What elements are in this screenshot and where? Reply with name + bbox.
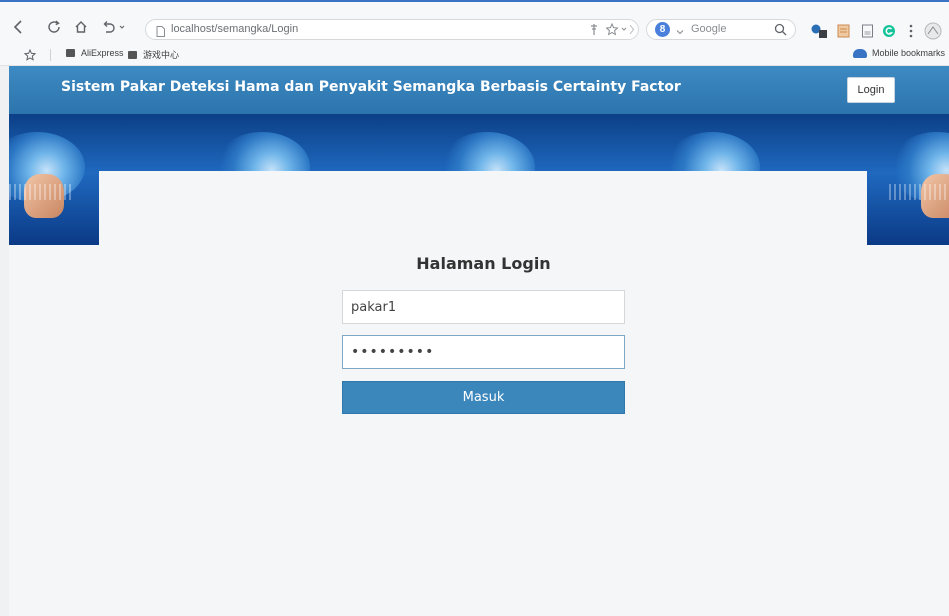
address-bar[interactable]: localhost/semangka/Login (145, 19, 639, 40)
search-engine-badge-icon: 8 (655, 22, 670, 37)
search-engine-name: Google (691, 23, 727, 35)
search-engine-box[interactable]: 8 Google (646, 19, 796, 40)
city-graphic (9, 184, 74, 200)
bookmark-game-center[interactable]: 游戏中心 (128, 48, 179, 61)
bookmarks-bar: AliExpress 游戏中心 Mobile bookmarks (0, 44, 949, 66)
search-icon[interactable] (774, 23, 787, 41)
extension-key-icon[interactable] (810, 22, 828, 40)
bookmark-star-icon[interactable] (605, 22, 630, 41)
site-header: Sistem Pakar Deteksi Hama dan Penyakit S… (9, 66, 949, 114)
bookmark-label: AliExpress (81, 48, 124, 58)
back-icon[interactable] (8, 17, 28, 37)
page-left-edge (0, 66, 9, 616)
security-icon[interactable] (589, 23, 599, 41)
home-icon[interactable] (71, 17, 91, 37)
mobile-bookmarks-icon (852, 48, 867, 58)
login-heading: Halaman Login (416, 254, 551, 273)
bookmark-aliexpress[interactable]: AliExpress (66, 48, 124, 58)
folder-icon (66, 49, 75, 57)
undo-history-icon[interactable] (99, 17, 129, 37)
url-text: localhost/semangka/Login (171, 23, 299, 35)
extension-note-icon[interactable] (834, 22, 852, 40)
mobile-bookmarks-label: Mobile bookmarks (871, 48, 945, 58)
menu-dots-icon[interactable] (902, 22, 920, 40)
star-icon[interactable] (23, 48, 37, 66)
bookmarks-divider (50, 49, 51, 61)
mobile-bookmarks[interactable]: Mobile bookmarks (852, 48, 945, 58)
site-title: Sistem Pakar Deteksi Hama dan Penyakit S… (61, 79, 681, 95)
username-input[interactable] (342, 290, 625, 324)
city-graphic (889, 184, 949, 200)
login-submit-button[interactable]: Masuk (342, 381, 625, 414)
grammarly-icon[interactable] (880, 22, 898, 40)
bookmark-label: 游戏中心 (143, 50, 180, 60)
browser-toolbar: localhost/semangka/Login 8 Google (0, 10, 949, 44)
browser-top-edge (0, 0, 949, 10)
folder-icon (128, 50, 137, 59)
header-login-button[interactable]: Login (847, 77, 895, 103)
extension-doc-icon[interactable] (858, 22, 876, 40)
reload-icon[interactable] (44, 17, 64, 37)
page-icon (156, 24, 165, 42)
profile-avatar-icon[interactable] (924, 22, 942, 40)
chevron-down-icon[interactable] (675, 24, 685, 42)
chevron-right-icon (629, 23, 635, 41)
password-input[interactable] (342, 335, 625, 369)
